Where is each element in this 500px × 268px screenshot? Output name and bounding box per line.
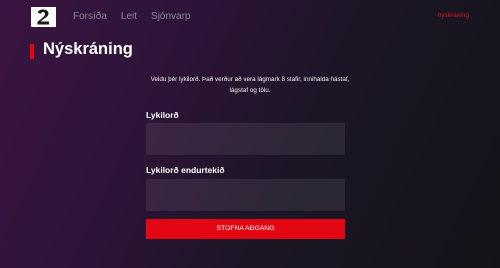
title-accent-bar: [30, 44, 34, 59]
signup-link[interactable]: nýskráning: [438, 12, 469, 19]
nav-item-home[interactable]: Forsíða: [73, 11, 107, 22]
nav-item-search[interactable]: Leit: [121, 11, 137, 22]
nav-item-tv[interactable]: Sjónvarp: [151, 11, 190, 22]
password-field[interactable]: [146, 123, 345, 155]
main-nav: Forsíða Leit Sjónvarp: [73, 11, 191, 22]
confirm-password-field[interactable]: [146, 179, 345, 211]
top-navigation-bar: Forsíða Leit Sjónvarp nýskráning: [0, 0, 500, 34]
page-title: Nýskráning: [43, 40, 133, 58]
password-instructions: Veldu þér lykilorð. Það verður að vera l…: [150, 76, 350, 94]
create-account-button[interactable]: STOFNA AÐGANG: [146, 219, 345, 239]
password-label: Lykilorð: [146, 110, 179, 120]
channel-2-logo-icon[interactable]: [31, 7, 56, 27]
confirm-password-label: Lykilorð endurtekið: [146, 165, 225, 175]
